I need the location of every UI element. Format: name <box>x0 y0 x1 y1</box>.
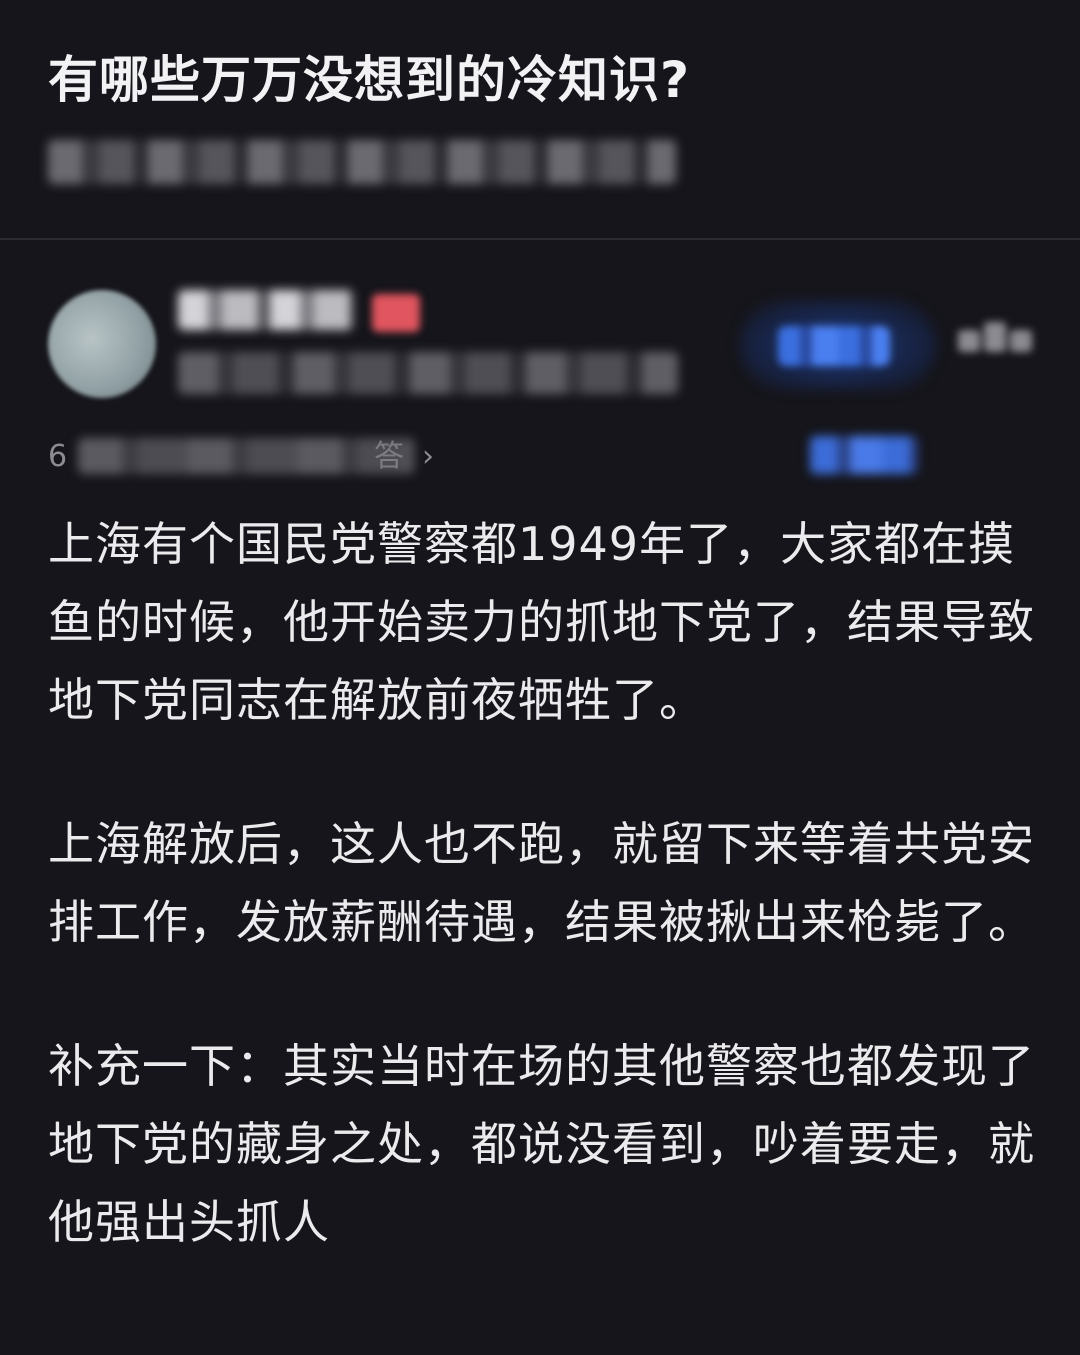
chevron-right-icon: › <box>422 439 434 474</box>
answer-meta-tail: 答 <box>374 439 404 474</box>
question-stats-redacted <box>48 140 676 184</box>
author-name-redacted[interactable] <box>178 290 354 330</box>
question-title[interactable]: 有哪些万万没想到的冷知识? <box>48 48 690 112</box>
answer-body: 上海有个国民党警察都1949年了，大家都在摸鱼的时候，他开始卖力的抓地下党了，结… <box>48 505 1048 1261</box>
author-avatar[interactable] <box>48 290 156 398</box>
answer-paragraph: 上海解放后，这人也不跑，就留下来等着共党安排工作，发放薪酬待遇，结果被揪出来枪毙… <box>48 817 1035 949</box>
author-badge <box>372 294 420 332</box>
more-options-icon[interactable] <box>958 318 1032 366</box>
answer-paragraph: 补充一下：其实当时在场的其他警察也都发现了地下党的藏身之处，都说没看到，吵着要走… <box>48 1039 1035 1249</box>
answer-meta-lead: 6 <box>48 439 68 474</box>
endorsement-redacted <box>810 436 918 474</box>
answer-meta-redacted <box>78 438 414 474</box>
header-divider <box>0 238 1080 240</box>
answer-paragraph: 上海有个国民党警察都1949年了，大家都在摸鱼的时候，他开始卖力的抓地下党了，结… <box>48 517 1035 727</box>
answer-meta-row[interactable]: 6 答 › <box>48 432 468 482</box>
follow-button-label-redacted <box>778 326 890 366</box>
author-bio-redacted <box>178 352 678 394</box>
endorsement-link[interactable] <box>810 432 1032 476</box>
